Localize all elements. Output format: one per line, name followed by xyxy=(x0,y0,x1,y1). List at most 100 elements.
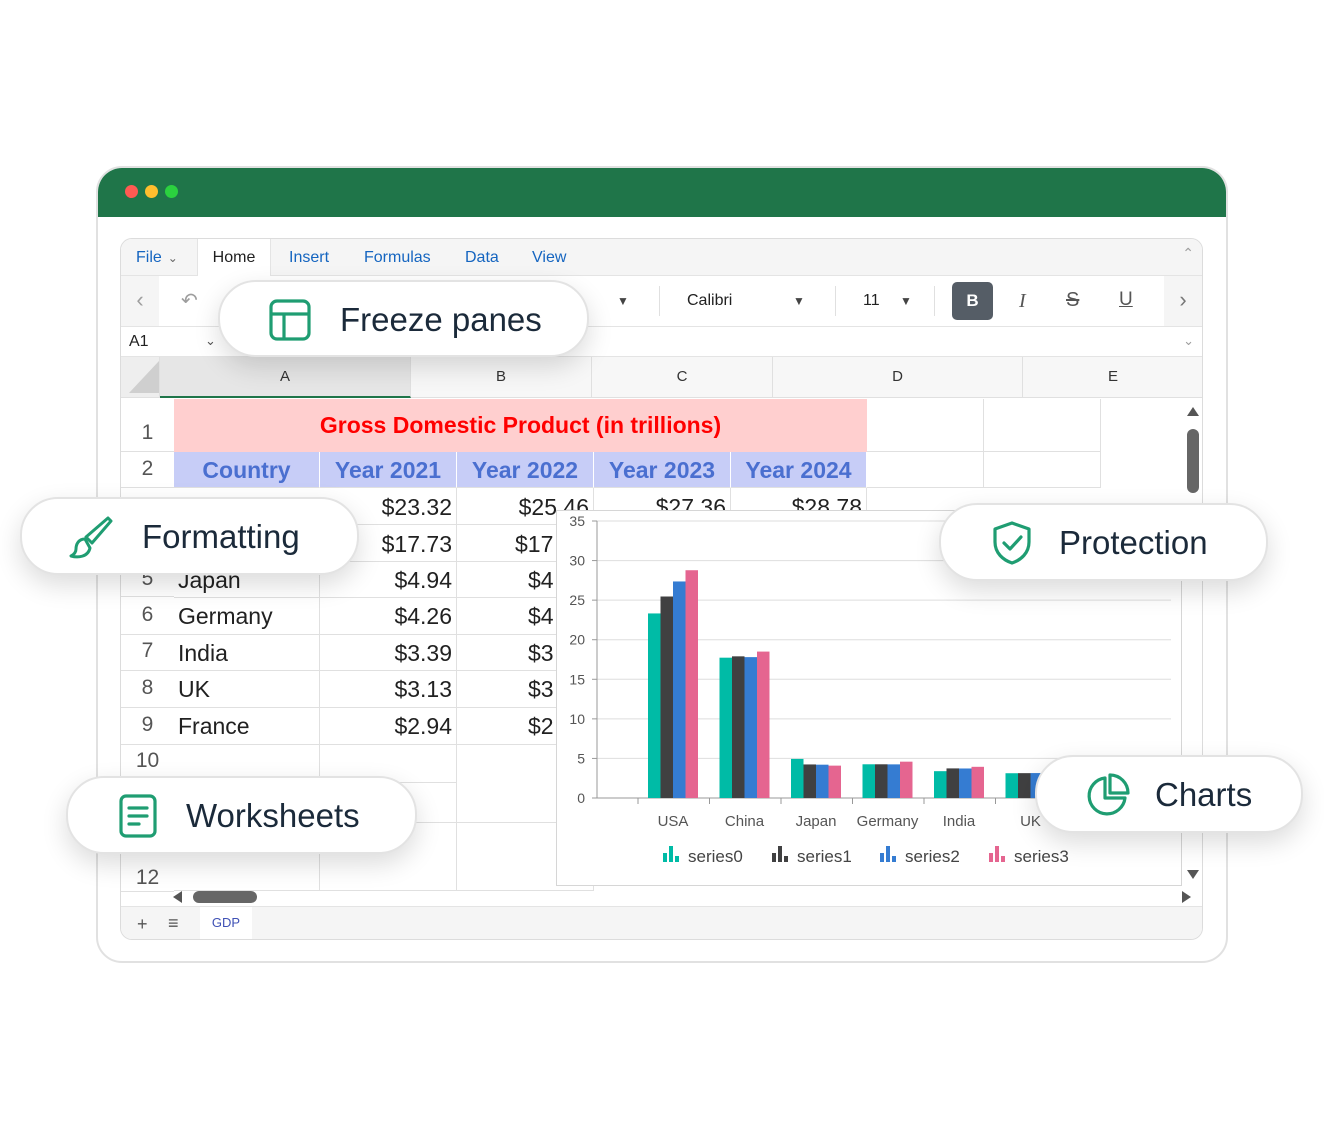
font-name-select[interactable]: Calibri xyxy=(687,292,732,310)
underline-button[interactable]: U xyxy=(1119,289,1133,311)
minimize-window-dot[interactable] xyxy=(145,185,158,198)
cell-country[interactable]: UK xyxy=(174,671,320,708)
cell-country[interactable]: France xyxy=(174,708,320,745)
cell[interactable] xyxy=(867,452,984,488)
shield-check-icon xyxy=(993,521,1031,565)
freeze-panes-icon xyxy=(269,299,311,341)
bar xyxy=(757,651,770,798)
column-header-b[interactable]: B xyxy=(411,357,592,398)
undo-icon[interactable]: ↶ xyxy=(181,288,198,313)
y-tick-label: 5 xyxy=(577,750,585,766)
row-header-8[interactable]: 8 xyxy=(121,676,174,708)
name-box-dropdown-icon[interactable]: ⌄ xyxy=(205,333,216,349)
tab-formulas[interactable]: Formulas xyxy=(364,249,431,267)
cell-value[interactable]: $3.13 xyxy=(320,671,457,708)
italic-button[interactable]: I xyxy=(1019,290,1026,313)
header-year-2021[interactable]: Year 2021 xyxy=(320,452,457,488)
bar xyxy=(828,765,841,798)
legend-swatch xyxy=(1001,856,1005,862)
window-titlebar xyxy=(98,168,1226,217)
cell[interactable] xyxy=(984,452,1101,488)
sheet-tab-gdp[interactable]: GDP xyxy=(200,907,252,939)
bar xyxy=(791,758,804,798)
cell-value[interactable]: $2.94 xyxy=(320,708,457,745)
tab-view[interactable]: View xyxy=(532,249,566,267)
bar xyxy=(971,766,984,798)
bar xyxy=(900,761,913,798)
row-header-10[interactable]: 10 xyxy=(121,749,174,779)
scroll-left-arrow-icon[interactable] xyxy=(173,891,182,903)
legend-swatch xyxy=(778,846,782,862)
cell-country[interactable]: Germany xyxy=(174,598,320,635)
strikethrough-button[interactable]: S xyxy=(1066,289,1079,312)
y-tick-label: 10 xyxy=(569,711,585,727)
header-year-2024[interactable]: Year 2024 xyxy=(731,452,867,488)
row-header-6[interactable]: 6 xyxy=(121,603,174,635)
format-dropdown-icon[interactable]: ▼ xyxy=(617,294,629,308)
tab-insert[interactable]: Insert xyxy=(289,249,329,267)
protection-badge: Protection xyxy=(939,503,1268,581)
cell[interactable] xyxy=(984,399,1101,452)
row-header-12[interactable]: 12 xyxy=(121,866,174,892)
column-header-a[interactable]: A xyxy=(160,357,411,398)
font-dropdown-icon[interactable]: ▼ xyxy=(793,294,805,308)
name-box[interactable]: A1 xyxy=(129,333,149,351)
paintbrush-icon xyxy=(69,516,113,559)
tab-home[interactable]: Home xyxy=(197,239,271,277)
close-window-dot[interactable] xyxy=(125,185,138,198)
scroll-right-arrow-icon[interactable] xyxy=(1182,891,1191,903)
x-tick-label: Japan xyxy=(796,813,837,830)
bar xyxy=(732,656,745,798)
charts-label: Charts xyxy=(1155,776,1253,813)
cell-value[interactable]: $4.26 xyxy=(320,598,457,635)
font-size-select[interactable]: 11 xyxy=(863,292,880,310)
pie-chart-icon xyxy=(1087,773,1130,816)
bar xyxy=(673,581,686,798)
bar xyxy=(803,764,816,798)
cell-value[interactable]: $3.39 xyxy=(320,635,457,671)
horizontal-scrollbar-thumb[interactable] xyxy=(193,891,257,903)
scroll-down-icon[interactable] xyxy=(1187,870,1199,879)
freeze-panes-label: Freeze panes xyxy=(340,301,542,338)
header-year-2023[interactable]: Year 2023 xyxy=(594,452,731,488)
row-header-1[interactable]: 1 xyxy=(121,421,174,452)
y-tick-label: 35 xyxy=(569,513,585,529)
font-size-dropdown-icon[interactable]: ▼ xyxy=(900,294,912,308)
legend-swatch xyxy=(772,853,776,862)
x-tick-label: UK xyxy=(1020,813,1041,830)
add-sheet-button[interactable]: + xyxy=(137,914,148,935)
scroll-up-icon[interactable] xyxy=(1187,407,1199,416)
scroll-right-icon[interactable]: › xyxy=(1164,276,1202,326)
sheet-title-cell[interactable]: Gross Domestic Product (in trillions) xyxy=(174,399,867,452)
column-header-e[interactable]: E xyxy=(1023,357,1202,398)
expand-formula-bar-icon[interactable]: ⌄ xyxy=(1183,333,1194,349)
column-header-d[interactable]: D xyxy=(773,357,1023,398)
bar xyxy=(816,764,829,798)
header-country[interactable]: Country xyxy=(174,452,320,488)
column-header-c[interactable]: C xyxy=(592,357,773,398)
bar xyxy=(934,771,947,798)
tab-file[interactable]: File ⌄ xyxy=(136,249,178,267)
row-header-2[interactable]: 2 xyxy=(121,457,174,488)
row-header-9[interactable]: 9 xyxy=(121,713,174,745)
sheet-list-button[interactable]: ≡ xyxy=(168,913,179,934)
x-tick-label: India xyxy=(943,813,976,830)
sheet-tabs-bar: + ≡ GDP xyxy=(121,906,1202,939)
tab-data[interactable]: Data xyxy=(465,249,499,267)
row-header-7[interactable]: 7 xyxy=(121,639,174,671)
legend-swatch xyxy=(995,846,999,862)
x-tick-label: USA xyxy=(658,813,689,830)
bold-button[interactable]: B xyxy=(952,282,993,320)
maximize-window-dot[interactable] xyxy=(165,185,178,198)
worksheets-badge: Worksheets xyxy=(66,776,417,854)
bar xyxy=(1005,773,1018,798)
vertical-scrollbar-thumb[interactable] xyxy=(1187,429,1199,493)
collapse-ribbon-icon[interactable]: ⌃ xyxy=(1182,245,1194,262)
legend-swatch xyxy=(784,856,788,862)
cell-country[interactable]: India xyxy=(174,635,320,671)
bar xyxy=(660,596,673,798)
cell[interactable] xyxy=(867,399,984,452)
header-year-2022[interactable]: Year 2022 xyxy=(457,452,594,488)
scroll-left-icon[interactable]: ‹ xyxy=(121,276,159,326)
worksheet-document-icon xyxy=(119,794,157,838)
